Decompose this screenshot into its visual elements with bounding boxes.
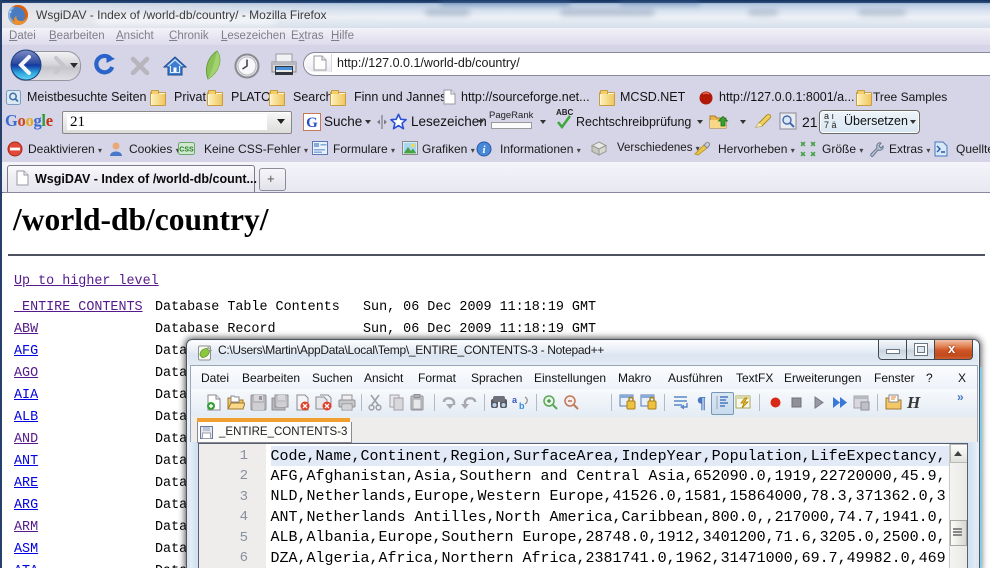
svg-text:¶: ¶ — [697, 393, 706, 411]
svg-text:b: b — [519, 401, 525, 411]
svg-text:CSS: CSS — [179, 147, 194, 154]
svg-text:a: a — [512, 395, 518, 405]
svg-text:H: H — [906, 393, 921, 411]
svg-text:G: G — [306, 115, 318, 131]
